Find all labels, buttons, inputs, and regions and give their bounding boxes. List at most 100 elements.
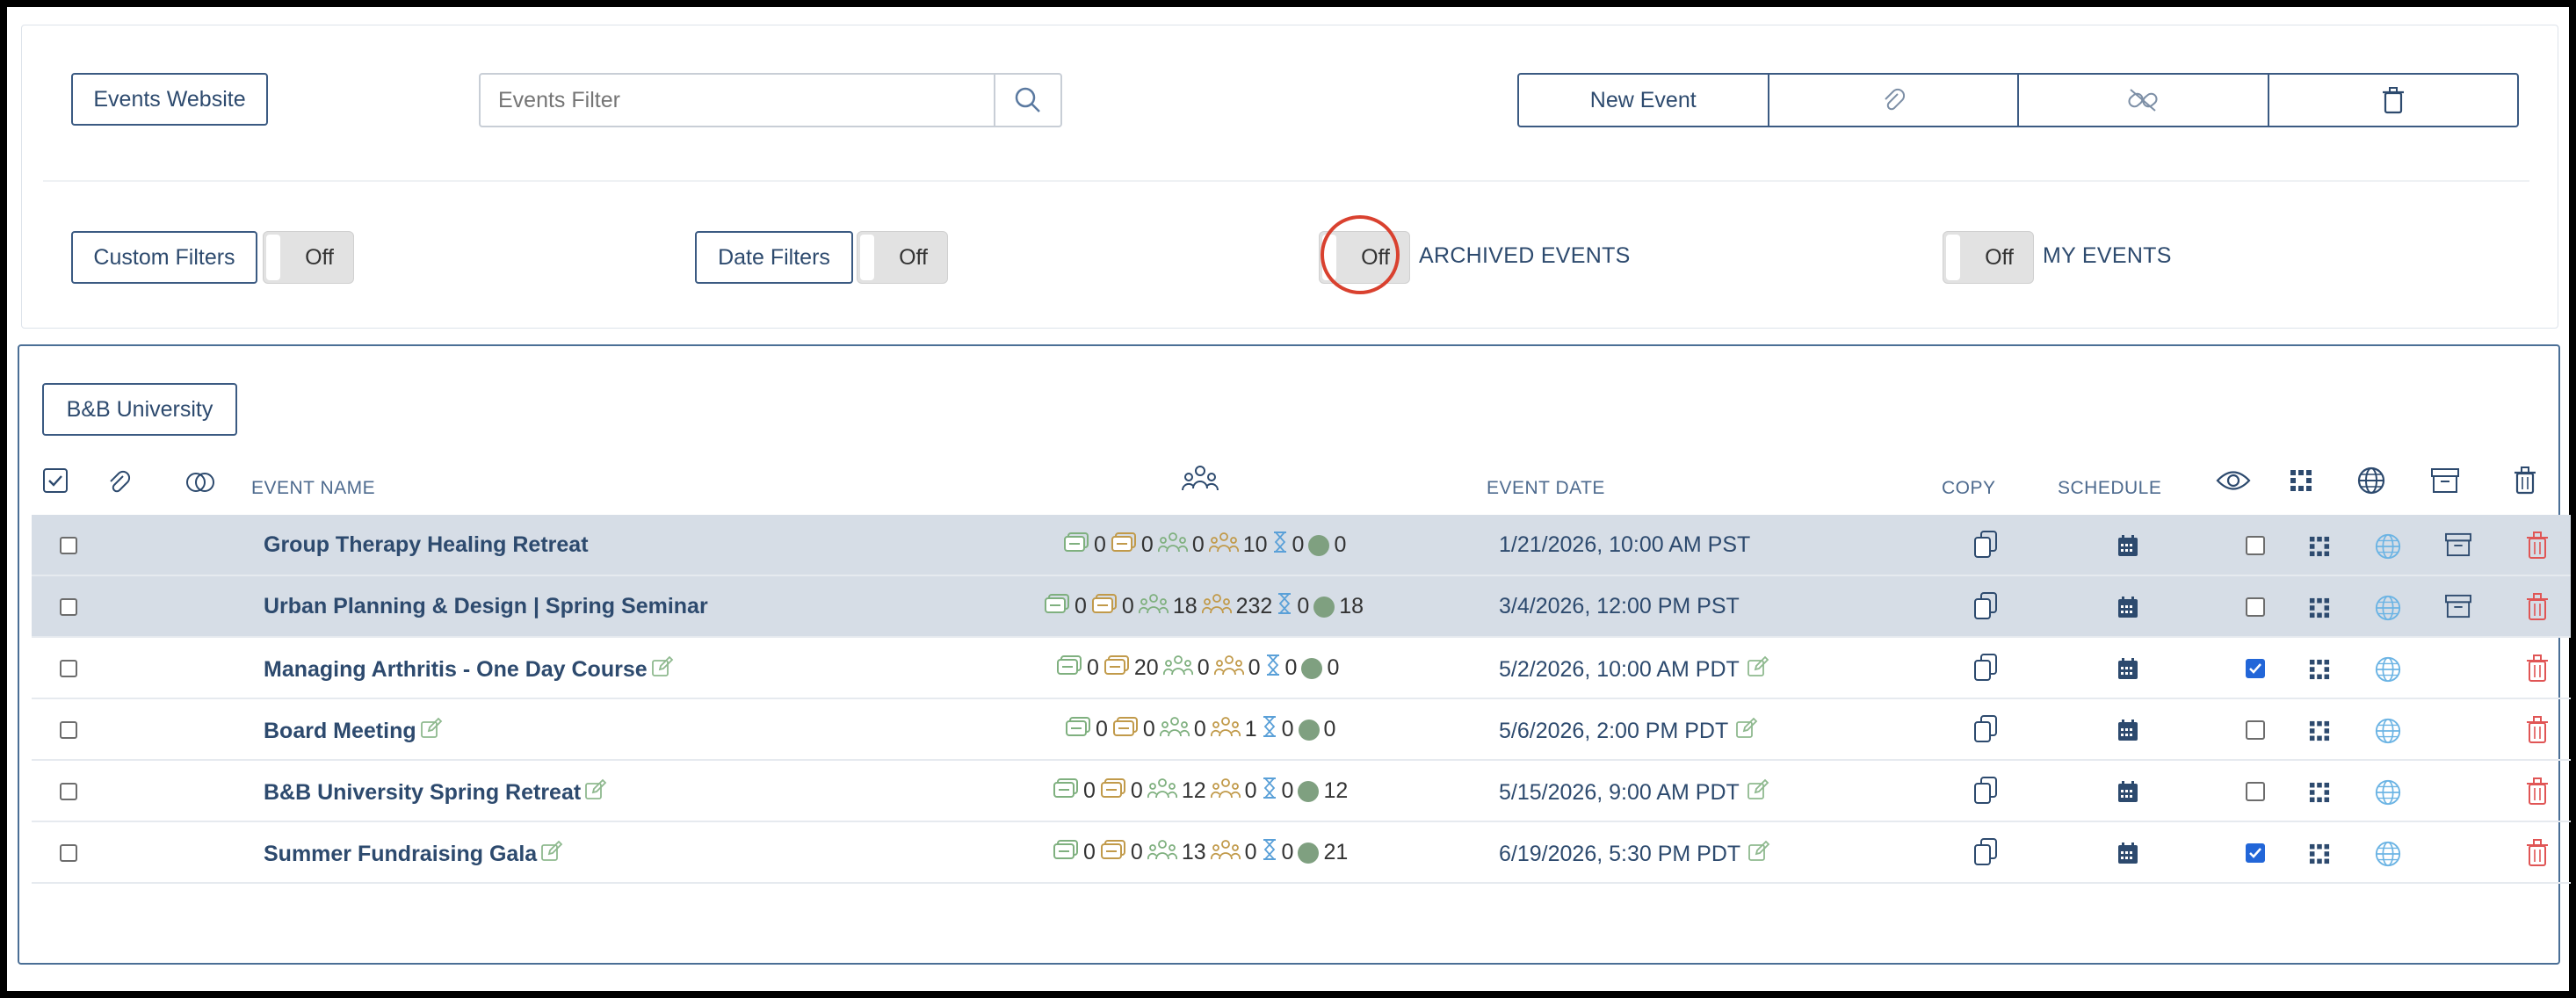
qr-code-button[interactable]: [2309, 782, 2330, 803]
organization-button[interactable]: B&B University: [42, 383, 237, 436]
row-checkbox[interactable]: [60, 721, 77, 739]
stat-value: 0: [1075, 594, 1087, 618]
delete-event-button[interactable]: [2525, 777, 2550, 806]
my-events-toggle[interactable]: Off: [1943, 231, 2034, 284]
select-all-checkbox[interactable]: [42, 467, 69, 494]
table-row[interactable]: B&B University Spring Retreat 0 0 12 0 0…: [32, 761, 2571, 822]
grid-dots-icon: [2309, 597, 2330, 618]
globe-icon: [2357, 466, 2385, 495]
delete-event-button[interactable]: [2525, 592, 2550, 622]
qr-code-button[interactable]: [2309, 659, 2330, 680]
table-row[interactable]: Group Therapy Healing Retreat 0 0 0 10 0…: [32, 515, 2571, 576]
table-row[interactable]: Board Meeting 0 0 0 1 0 0 5/6/2026, 2:00…: [32, 699, 2571, 761]
custom-filters-toggle[interactable]: Off: [263, 231, 354, 284]
schedule-button[interactable]: [2117, 842, 2138, 864]
event-toolbar: New Event: [1517, 73, 2519, 127]
edit-date-icon[interactable]: [1747, 840, 1770, 869]
event-name-link[interactable]: Group Therapy Healing Retreat: [264, 532, 589, 558]
row-checkbox[interactable]: [60, 537, 77, 554]
unarchive-button[interactable]: [2444, 594, 2472, 618]
trash-icon: [2527, 532, 2548, 559]
trash-icon: [2514, 466, 2536, 495]
visibility-checkbox[interactable]: [2246, 843, 2265, 863]
copy-event-button[interactable]: [1973, 776, 1998, 806]
table-row[interactable]: Managing Arthritis - One Day Course 0 20…: [32, 638, 2571, 699]
visibility-checkbox[interactable]: [2246, 597, 2265, 617]
qr-code-button[interactable]: [2309, 597, 2330, 618]
row-checkbox[interactable]: [60, 783, 77, 800]
grid-dots-icon: [2309, 536, 2330, 557]
attendees-green-icon: [1147, 777, 1177, 806]
schedule-button[interactable]: [2117, 780, 2138, 803]
event-name-link[interactable]: Urban Planning & Design | Spring Seminar: [264, 594, 708, 619]
custom-filters-button[interactable]: Custom Filters: [71, 231, 257, 284]
website-button[interactable]: [2374, 655, 2402, 683]
edit-name-icon[interactable]: [584, 778, 607, 807]
qr-header: [2290, 469, 2312, 492]
event-name-link[interactable]: Board Meeting: [264, 719, 416, 744]
copy-event-button[interactable]: [1973, 837, 1998, 867]
delete-event-button[interactable]: [2525, 715, 2550, 745]
toggle-state: Off: [899, 244, 928, 270]
status-dot-icon: [1298, 780, 1320, 802]
date-filters-button[interactable]: Date Filters: [695, 231, 853, 284]
unlink-button[interactable]: [2019, 75, 2269, 126]
delete-selected-button[interactable]: [2269, 75, 2518, 126]
event-date-cell: 5/2/2026, 10:00 AM PDT: [1499, 655, 1769, 684]
website-button[interactable]: [2374, 594, 2402, 622]
search-button[interactable]: [994, 75, 1060, 126]
schedule-button[interactable]: [2117, 657, 2138, 680]
event-date: 3/4/2026, 12:00 PM PST: [1499, 594, 1740, 618]
edit-name-icon[interactable]: [651, 655, 674, 684]
copy-event-button[interactable]: [1973, 653, 1998, 683]
edit-name-icon[interactable]: [540, 840, 563, 869]
edit-date-icon[interactable]: [1735, 717, 1758, 746]
events-website-button[interactable]: Events Website: [71, 73, 268, 126]
stat-value: 0: [1197, 655, 1210, 680]
edit-date-icon[interactable]: [1747, 655, 1769, 684]
row-checkbox[interactable]: [60, 660, 77, 677]
schedule-button[interactable]: [2117, 596, 2138, 618]
website-button[interactable]: [2374, 840, 2402, 868]
schedule-button[interactable]: [2117, 534, 2138, 557]
attach-button[interactable]: [1769, 75, 2019, 126]
copy-event-button[interactable]: [1973, 530, 1998, 560]
qr-code-button[interactable]: [2309, 843, 2330, 864]
edit-date-icon[interactable]: [1747, 778, 1769, 807]
visibility-checkbox[interactable]: [2246, 782, 2265, 801]
schedule-button[interactable]: [2117, 719, 2138, 741]
copy-event-button[interactable]: [1973, 714, 1998, 744]
globe-icon: [2375, 841, 2401, 867]
event-date-header: EVENT DATE: [1487, 478, 1605, 498]
event-name-link[interactable]: Managing Arthritis - One Day Course: [264, 657, 648, 683]
visibility-checkbox[interactable]: [2246, 536, 2265, 555]
delete-event-button[interactable]: [2525, 531, 2550, 560]
table-row[interactable]: Summer Fundraising Gala 0 0 13 0 0 21 6/…: [32, 822, 2571, 884]
stat-value: 0: [1130, 778, 1143, 803]
table-row[interactable]: Urban Planning & Design | Spring Seminar…: [32, 576, 2571, 638]
event-name-link[interactable]: B&B University Spring Retreat: [264, 780, 581, 806]
row-checkbox[interactable]: [60, 598, 77, 616]
qr-code-button[interactable]: [2309, 536, 2330, 557]
new-event-button[interactable]: New Event: [1519, 75, 1769, 126]
website-button[interactable]: [2374, 532, 2402, 560]
visibility-checkbox[interactable]: [2246, 659, 2265, 678]
event-name-link[interactable]: Summer Fundraising Gala: [264, 842, 537, 867]
stat-value: 0: [1193, 717, 1206, 741]
qr-code-button[interactable]: [2309, 720, 2330, 741]
divider: [43, 180, 2529, 182]
attendance-stats: 0 0 18 232 0 18: [1044, 592, 1364, 621]
copy-event-button[interactable]: [1973, 591, 1998, 621]
events-filter-input[interactable]: [481, 75, 994, 126]
calendar-icon: [2118, 597, 2138, 618]
visibility-checkbox[interactable]: [2246, 720, 2265, 740]
date-filters-toggle[interactable]: Off: [857, 231, 948, 284]
website-button[interactable]: [2374, 778, 2402, 806]
unarchive-button[interactable]: [2444, 532, 2472, 557]
row-checkbox[interactable]: [60, 844, 77, 862]
stat-value: 0: [1087, 655, 1099, 680]
delete-event-button[interactable]: [2525, 838, 2550, 868]
edit-name-icon[interactable]: [420, 717, 443, 746]
website-button[interactable]: [2374, 717, 2402, 745]
delete-event-button[interactable]: [2525, 654, 2550, 683]
